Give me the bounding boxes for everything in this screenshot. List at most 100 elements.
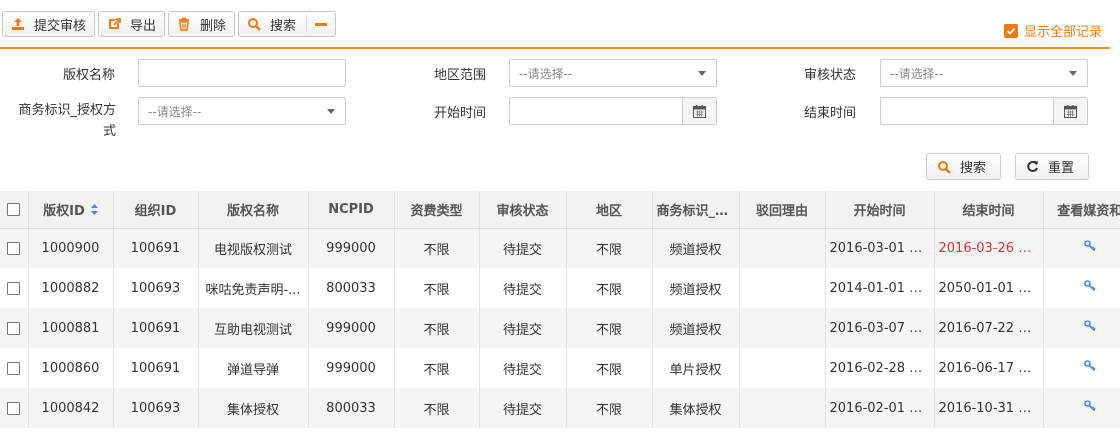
cell-reject-reason [739,348,826,388]
cell-copyright-id: 1000900 [28,228,114,268]
minus-icon[interactable] [315,22,328,26]
column-header-fee-type[interactable]: 资费类型 [394,191,480,229]
table-row: 1000860 100691 弹道导弹 999000 不限 待提交 不限 单片授… [0,348,1120,388]
auth-mode-select-value: --请选择-- [148,104,202,119]
column-header-copyright-id[interactable]: 版权ID [28,191,114,229]
row-checkbox[interactable] [7,241,21,255]
copyright-name-input[interactable] [138,59,346,87]
cell-copyright-id: 1000882 [28,268,114,308]
search-button[interactable]: 搜索 [926,153,1001,180]
cell-fee-type: 不限 [394,308,480,348]
column-header-start-time[interactable]: 开始时间 [825,191,935,229]
key-icon[interactable] [1083,240,1096,256]
cell-region: 不限 [566,228,653,268]
column-header-end-time[interactable]: 结束时间 [934,191,1044,229]
cell-start-time: 2016-02-01 0... [825,388,935,428]
cell-start-time: 2016-03-07 0... [825,308,935,348]
cell-org-id: 100693 [113,388,199,428]
cell-fee-type: 不限 [394,228,480,268]
sort-icon[interactable] [90,203,98,219]
show-all-records-label: 显示全部记录 [1024,25,1103,40]
search-toggle-label: 搜索 [270,18,297,34]
column-header-auth-mode[interactable]: 商务标识_授权方式 [652,191,740,229]
region-select[interactable]: --请选择-- [509,59,717,87]
start-time-input[interactable] [509,97,717,125]
end-time-input[interactable] [880,97,1088,125]
cell-region: 不限 [566,308,653,348]
table-row: 1000900 100691 电视版权测试 999000 不限 待提交 不限 频… [0,228,1120,268]
submit-review-button[interactable]: 提交审核 [2,11,96,37]
row-checkbox[interactable] [7,401,21,415]
cell-copyright-id: 1000842 [28,388,114,428]
key-icon[interactable] [1083,360,1096,376]
key-icon[interactable] [1083,320,1096,336]
column-header-region[interactable]: 地区 [566,191,653,229]
calendar-icon[interactable] [682,98,716,124]
column-header-view-media[interactable]: 查看媒资和 [1043,191,1120,229]
trash-icon [176,16,192,32]
start-time-label: 开始时间 [433,106,486,121]
copyright-name-label: 版权名称 [62,68,115,83]
export-button[interactable]: 导出 [98,11,166,37]
cell-copyright-name: 弹道导弹 [198,348,309,388]
search-button-label: 搜索 [960,161,987,176]
calendar-icon[interactable] [1053,98,1087,124]
column-header-review-status[interactable]: 审核状态 [479,191,567,229]
row-checkbox[interactable] [7,281,21,295]
cell-region: 不限 [566,388,653,428]
toolbar-button-group: 提交审核 导出 删除 搜索 [2,11,337,37]
cell-region: 不限 [566,268,653,308]
cell-fee-type: 不限 [394,268,480,308]
column-header-ncpid[interactable]: NCPID [308,191,395,229]
region-select-value: --请选择-- [519,66,573,81]
cell-copyright-id: 1000881 [28,308,114,348]
auth-mode-select[interactable]: --请选择-- [138,97,346,125]
column-header-reject-reason[interactable]: 驳回理由 [739,191,826,229]
column-header-org-id[interactable]: 组织ID [113,191,199,229]
cell-start-time: 2016-02-28 0... [825,348,935,388]
cell-review-status: 待提交 [479,308,567,348]
cell-auth-mode: 频道授权 [652,308,740,348]
select-all-checkbox[interactable] [7,202,21,216]
delete-button[interactable]: 删除 [168,11,236,37]
cell-auth-mode: 单片授权 [652,348,740,388]
reset-button[interactable]: 重置 [1015,153,1089,180]
key-icon[interactable] [1083,280,1096,296]
submit-review-label: 提交审核 [34,18,87,34]
row-checkbox[interactable] [7,361,21,375]
toolbar-divider [0,47,1110,49]
chevron-down-icon [698,71,706,76]
cell-ncpid: 999000 [308,348,395,388]
chevron-down-icon [327,109,335,114]
toolbar: 提交审核 导出 删除 搜索 显示全部记录 [0,0,1120,49]
cell-start-time: 2016-03-01 0... [825,228,935,268]
show-all-records-checkbox[interactable]: 显示全部记录 [1004,21,1102,40]
export-label: 导出 [130,18,157,34]
search-icon [246,16,262,32]
cell-reject-reason [739,228,826,268]
cell-ncpid: 800033 [308,268,395,308]
cell-fee-type: 不限 [394,348,480,388]
cell-auth-mode: 频道授权 [652,268,740,308]
cell-review-status: 待提交 [479,268,567,308]
export-icon [106,16,122,32]
copyright-table: 版权ID 组织ID 版权名称 NCPID 资费类型 审核状态 地区 商务标识_授… [0,191,1120,428]
select-all-checkbox-cell[interactable] [0,191,29,229]
cell-copyright-name: 电视版权测试 [198,228,309,268]
table-row: 1000881 100691 互助电视测试 999000 不限 待提交 不限 频… [0,308,1120,348]
key-icon[interactable] [1083,400,1096,416]
review-status-select-value: --请选择-- [890,66,944,81]
auth-mode-label: 商务标识_授权方式 [18,103,116,139]
review-status-select[interactable]: --请选择-- [880,59,1088,87]
cell-end-time: 2016-10-31 0... [934,388,1044,428]
cell-ncpid: 999000 [308,308,395,348]
column-header-copyright-name[interactable]: 版权名称 [198,191,309,229]
cell-reject-reason [739,308,826,348]
cell-review-status: 待提交 [479,388,567,428]
cell-auth-mode: 频道授权 [652,228,740,268]
cell-copyright-name: 互助电视测试 [198,308,309,348]
review-status-label: 审核状态 [803,68,856,83]
cell-fee-type: 不限 [394,388,480,428]
row-checkbox[interactable] [7,321,21,335]
search-toggle-button[interactable]: 搜索 [238,11,337,37]
